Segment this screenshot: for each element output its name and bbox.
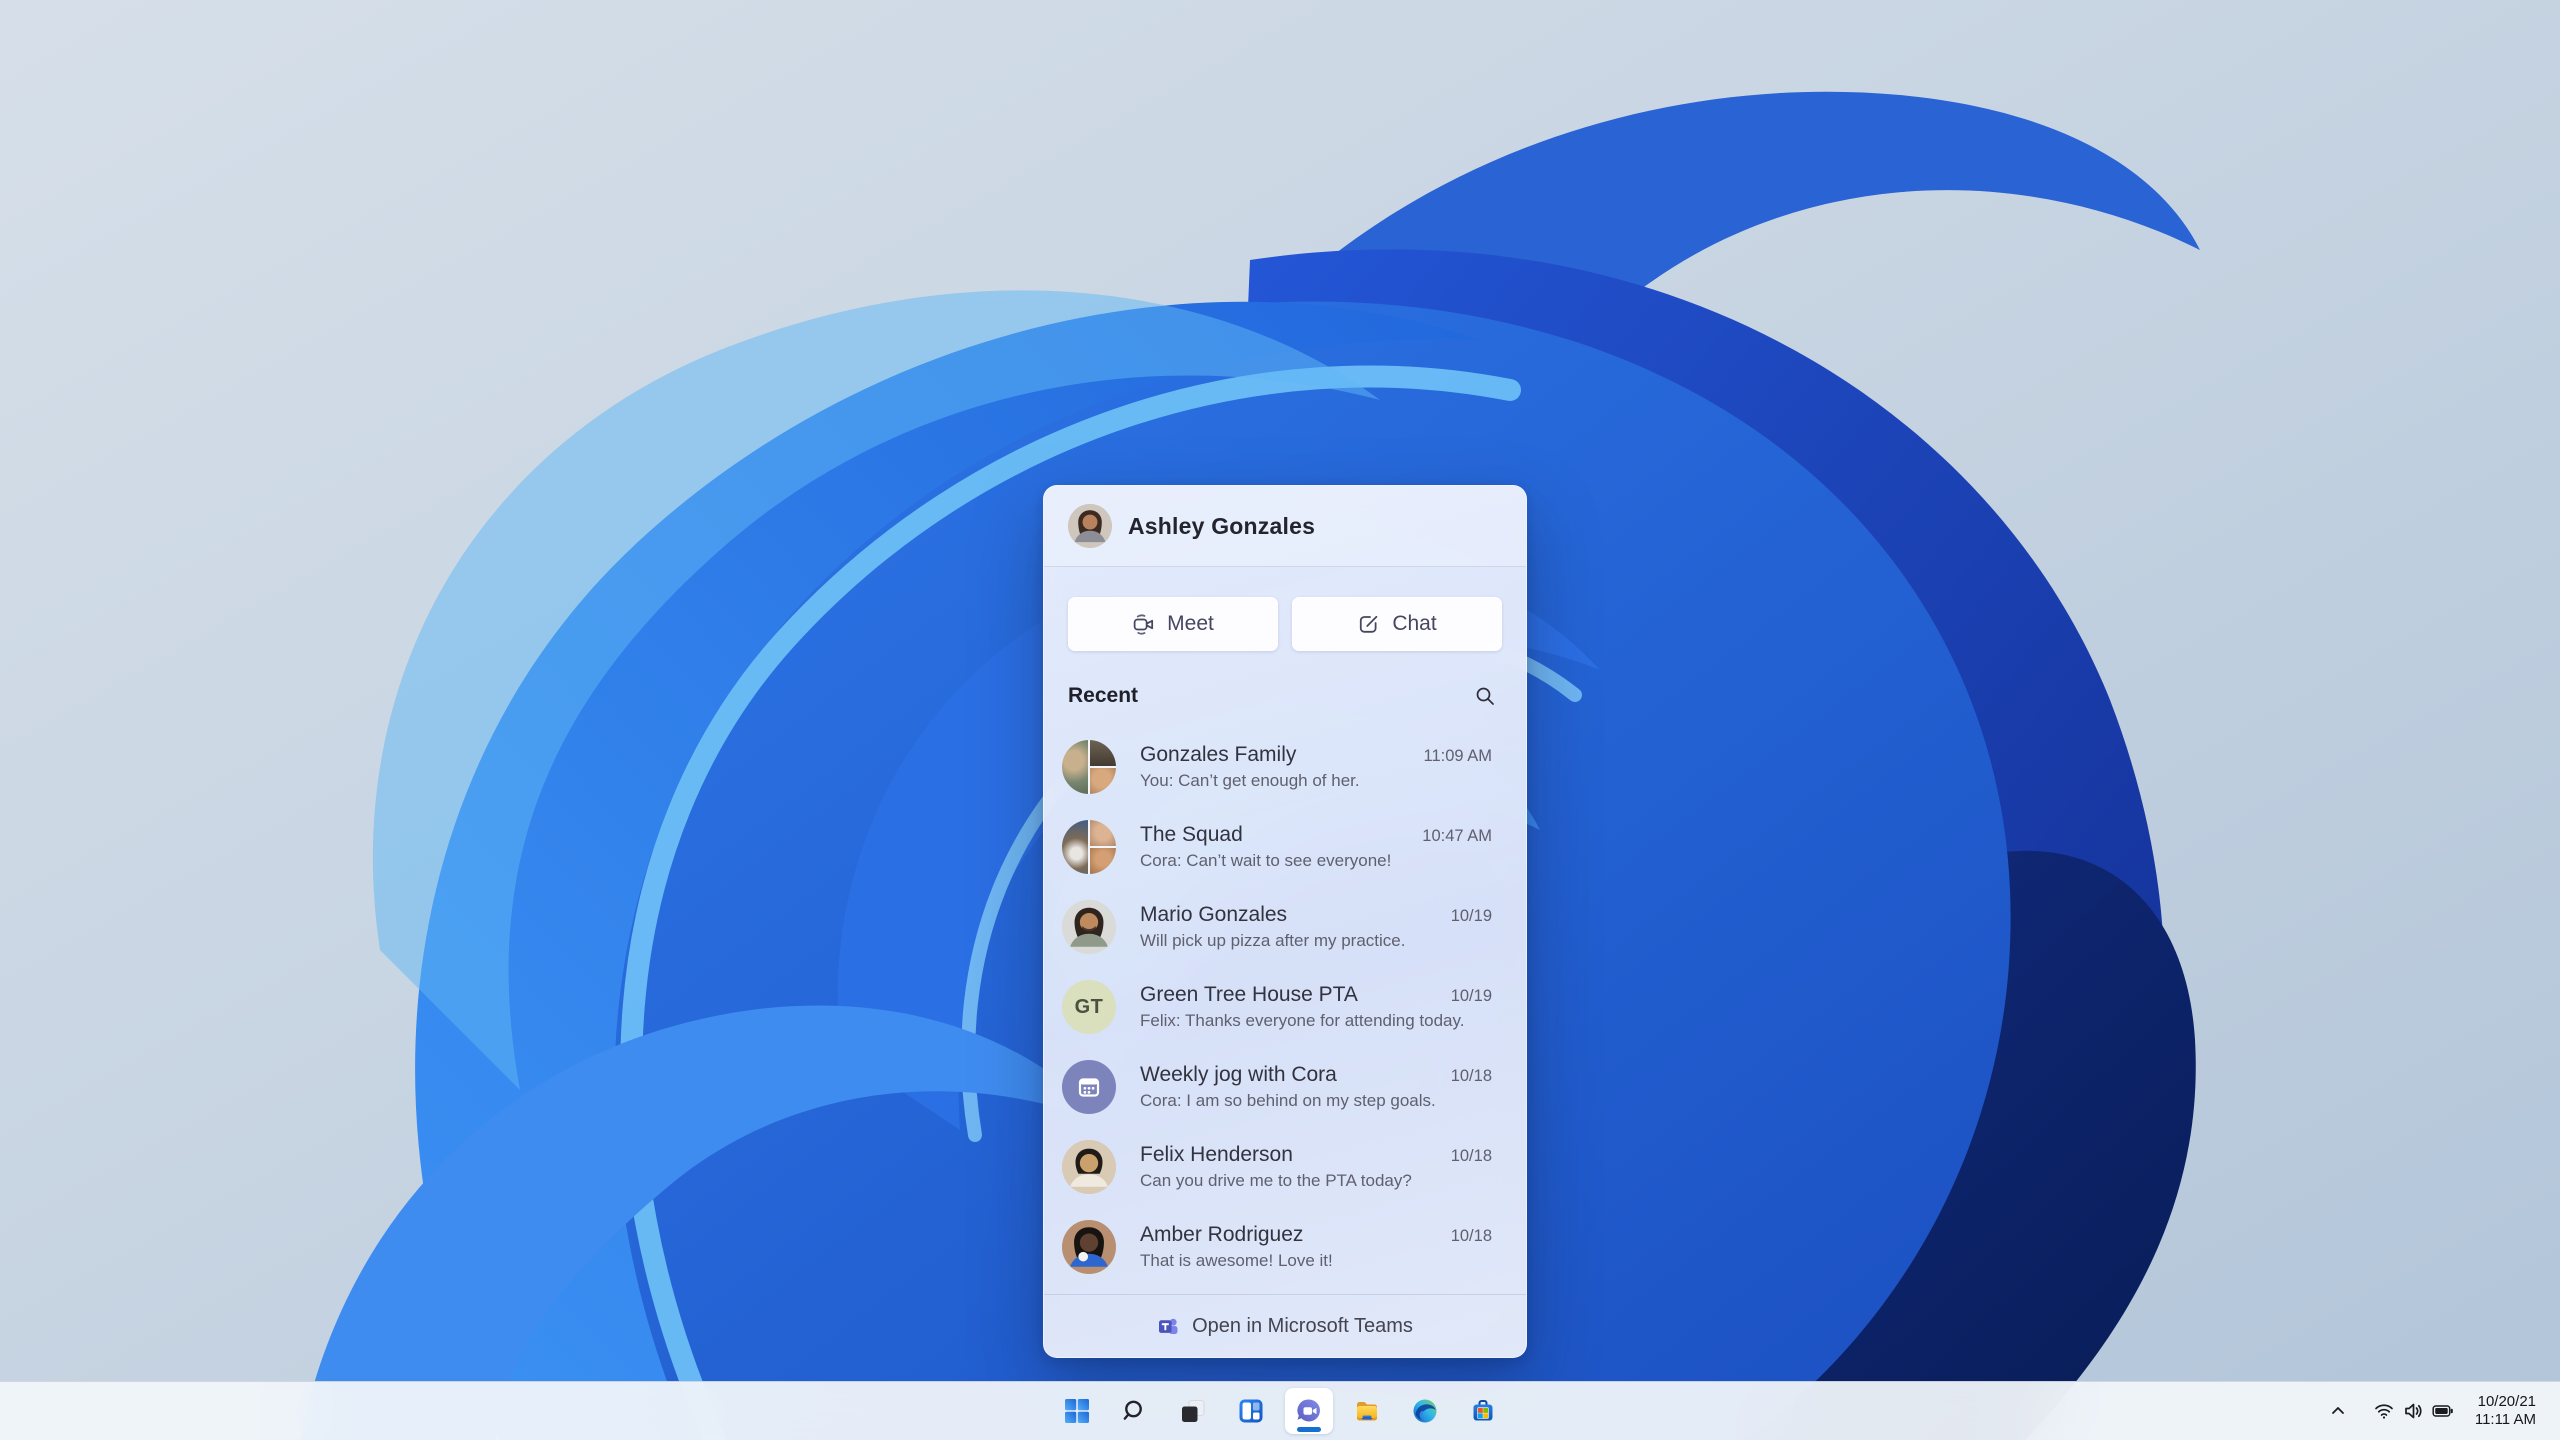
meet-button-label: Meet	[1167, 612, 1214, 635]
wifi-icon[interactable]	[2374, 1401, 2394, 1421]
start-button[interactable]	[1053, 1388, 1101, 1434]
meet-button[interactable]: Meet	[1068, 597, 1278, 651]
group-avatar	[1062, 740, 1116, 794]
search-icon[interactable]	[1474, 685, 1496, 707]
collage-photo	[1090, 740, 1116, 766]
collage-photo	[1090, 820, 1116, 846]
calendar-icon	[1076, 1074, 1102, 1100]
teams-chat-icon	[1294, 1396, 1324, 1426]
conversation-name: Mario Gonzales	[1140, 903, 1288, 926]
calendar-avatar	[1062, 1060, 1116, 1114]
hidden-icons-chevron-icon[interactable]	[2330, 1403, 2346, 1419]
conversation-preview: Cora: I am so behind on my step goals.	[1140, 1091, 1436, 1110]
conversation-preview: That is awesome! Love it!	[1140, 1251, 1333, 1270]
conversation-name: The Squad	[1140, 823, 1243, 846]
collage-photo	[1062, 820, 1088, 874]
microsoft-store-icon	[1470, 1398, 1496, 1424]
taskbar-center-icons	[1053, 1382, 1507, 1440]
conversation-name: Weekly jog with Cora	[1140, 1063, 1337, 1086]
tray-date: 10/20/21	[2477, 1393, 2536, 1410]
conversation-preview: You: Can’t get enough of her.	[1140, 771, 1360, 790]
conversation-preview: Felix: Thanks everyone for attending tod…	[1140, 1011, 1465, 1030]
flyout-footer: Open in Microsoft Teams	[1044, 1294, 1526, 1357]
task-view-button[interactable]	[1169, 1388, 1217, 1434]
list-item[interactable]: Gonzales Family 11:09 AM You: Can’t get …	[1044, 727, 1526, 807]
conversation-time: 11:09 AM	[1423, 747, 1493, 765]
list-item[interactable]: The Squad 10:47 AM Cora: Can’t wait to s…	[1044, 807, 1526, 887]
conversation-name: Green Tree House PTA	[1140, 983, 1358, 1006]
collage-photo	[1090, 848, 1116, 874]
collage-photo	[1090, 768, 1116, 794]
microsoft-teams-icon	[1157, 1315, 1180, 1338]
list-item[interactable]: Amber Rodriguez 10/18 That is awesome! L…	[1044, 1207, 1526, 1287]
list-item[interactable]: Mario Gonzales 10/19 Will pick up pizza …	[1044, 887, 1526, 967]
list-item[interactable]: Felix Henderson 10/18 Can you drive me t…	[1044, 1127, 1526, 1207]
profile-avatar	[1068, 504, 1112, 548]
taskbar-search-button[interactable]	[1111, 1388, 1159, 1434]
teams-chat-flyout: Ashley Gonzales Meet Chat Recent Gonzale…	[1043, 485, 1527, 1358]
chat-button[interactable]: Chat	[1292, 597, 1502, 651]
taskbar: 10/20/21 11:11 AM	[0, 1381, 2560, 1440]
chat-button-label: Chat	[1392, 612, 1437, 635]
conversation-name: Felix Henderson	[1140, 1143, 1293, 1166]
open-in-teams-button[interactable]: Open in Microsoft Teams	[1151, 1314, 1419, 1339]
collage-photo	[1062, 740, 1088, 794]
battery-icon[interactable]	[2432, 1403, 2454, 1419]
conversation-time: 10/19	[1450, 907, 1492, 925]
start-icon	[1064, 1398, 1090, 1424]
conversation-time: 10/18	[1450, 1147, 1492, 1165]
compose-icon	[1357, 613, 1380, 636]
search-icon	[1122, 1398, 1148, 1424]
file-explorer-icon	[1354, 1398, 1380, 1424]
active-app-indicator	[1297, 1427, 1321, 1432]
conversation-name: Gonzales Family	[1140, 743, 1297, 766]
conversation-preview: Cora: Can’t wait to see everyone!	[1140, 851, 1392, 870]
quick-actions: Meet Chat	[1044, 567, 1526, 651]
recent-conversations-list: Gonzales Family 11:09 AM You: Can’t get …	[1044, 713, 1526, 1294]
widgets-button[interactable]	[1227, 1388, 1275, 1434]
recent-heading: Recent	[1068, 684, 1139, 707]
photo-avatar	[1062, 900, 1116, 954]
profile-name: Ashley Gonzales	[1128, 512, 1316, 539]
conversation-preview: Can you drive me to the PTA today?	[1140, 1171, 1412, 1190]
conversation-time: 10/18	[1450, 1067, 1492, 1085]
volume-icon[interactable]	[2403, 1401, 2423, 1421]
avatar-initials: GT	[1074, 995, 1104, 1018]
photo-avatar	[1062, 1140, 1116, 1194]
widgets-icon	[1238, 1398, 1264, 1424]
initials-avatar: GT	[1062, 980, 1116, 1034]
conversation-time: 10/19	[1450, 987, 1492, 1005]
file-explorer-button[interactable]	[1343, 1388, 1391, 1434]
conversation-time: 10/18	[1450, 1227, 1492, 1245]
conversation-time: 10:47 AM	[1422, 827, 1492, 845]
video-camera-icon	[1132, 613, 1155, 636]
flyout-header: Ashley Gonzales	[1044, 486, 1526, 567]
tray-time: 11:11 AM	[2474, 1411, 2536, 1428]
teams-chat-button[interactable]	[1285, 1388, 1333, 1434]
conversation-preview: Will pick up pizza after my practice.	[1140, 931, 1406, 950]
list-item[interactable]: Weekly jog with Cora 10/18 Cora: I am so…	[1044, 1047, 1526, 1127]
task-view-icon	[1180, 1398, 1206, 1424]
edge-button[interactable]	[1401, 1388, 1449, 1434]
desktop: Ashley Gonzales Meet Chat Recent Gonzale…	[0, 0, 2560, 1440]
taskbar-clock[interactable]: 10/20/21 11:11 AM	[2473, 1389, 2538, 1433]
open-in-teams-label: Open in Microsoft Teams	[1192, 1314, 1413, 1337]
conversation-name: Amber Rodriguez	[1140, 1223, 1304, 1246]
system-tray: 10/20/21 11:11 AM	[2330, 1382, 2560, 1440]
microsoft-store-button[interactable]	[1459, 1388, 1507, 1434]
recent-header: Recent	[1044, 651, 1526, 713]
edge-icon	[1412, 1398, 1438, 1424]
photo-avatar	[1062, 1220, 1116, 1274]
group-avatar	[1062, 820, 1116, 874]
list-item[interactable]: GT Green Tree House PTA 10/19 Felix: Tha…	[1044, 967, 1526, 1047]
